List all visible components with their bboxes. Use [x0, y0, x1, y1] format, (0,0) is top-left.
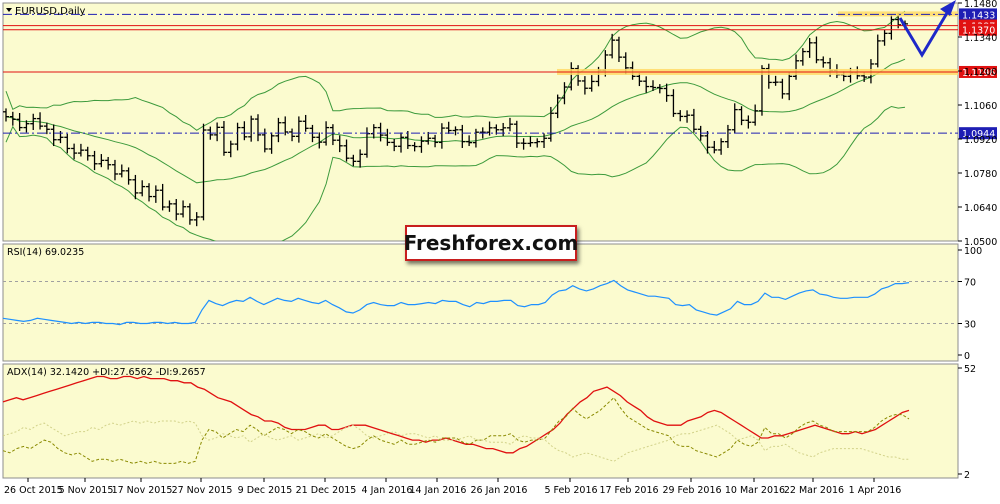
- rsi-axis-label: 0: [964, 351, 970, 362]
- rsi-axis-label: 70: [964, 278, 976, 289]
- price-axis-label: 1.1480: [964, 0, 997, 10]
- adx-panel: [2, 363, 959, 479]
- rsi-panel: [2, 243, 959, 362]
- rsi-axis-label: 30: [964, 320, 976, 331]
- time-axis-label: 27 Nov 2015: [172, 485, 233, 496]
- price-axis-label: 1.0920: [964, 135, 997, 146]
- price-axis-label: 1.1340: [964, 33, 997, 44]
- time-axis-label: 17 Nov 2015: [112, 485, 173, 496]
- rsi-title: RSI(14) 69.0235: [7, 247, 84, 258]
- time-axis-label: 22 Mar 2016: [784, 485, 844, 496]
- freshforex-watermark: Freshforex.com: [404, 225, 578, 261]
- time-axis-label: 5 Feb 2016: [544, 485, 597, 496]
- time-axis-label: 29 Feb 2016: [662, 485, 721, 496]
- rsi-axis-label: 100: [964, 246, 982, 257]
- time-axis-label: 26 Oct 2015: [4, 485, 63, 496]
- time-axis-label: 14 Jan 2016: [410, 485, 467, 496]
- time-axis-label: 26 Jan 2016: [471, 485, 528, 496]
- price-axis-label: 1.0780: [964, 169, 997, 180]
- adx-title: ADX(14) 32.1420 +DI:27.6562 -DI:9.2657: [7, 367, 206, 378]
- time-axis-label: 1 Apr 2016: [849, 485, 902, 496]
- price-axis-label: 1.1200: [964, 67, 997, 78]
- adx-axis-label: 2: [964, 470, 970, 481]
- time-axis-label: 17 Feb 2016: [599, 485, 658, 496]
- price-axis-label: 1.1060: [964, 101, 997, 112]
- adx-axis-label: 52: [964, 364, 976, 375]
- time-axis-label: 9 Dec 2015: [238, 485, 293, 496]
- time-axis-label: 21 Dec 2015: [296, 485, 357, 496]
- price-axis-label: 1.0640: [964, 203, 997, 214]
- chart-window: 1.14331.13871.13701.11961.0944EURUSD,Dai…: [0, 0, 1000, 500]
- time-axis-label: 10 Mar 2016: [725, 485, 785, 496]
- time-axis-label: 4 Jan 2016: [362, 485, 413, 496]
- price-chart-title: EURUSD,Daily: [15, 6, 86, 17]
- time-axis-label: 5 Nov 2015: [59, 485, 114, 496]
